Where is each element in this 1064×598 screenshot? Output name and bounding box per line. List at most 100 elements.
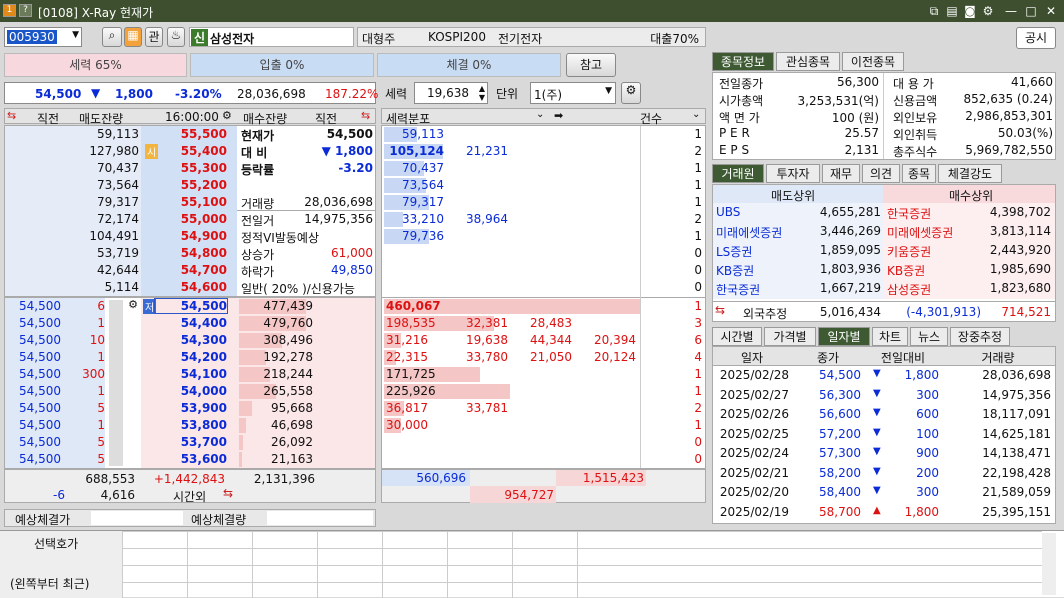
tab-broker_tabs-4[interactable]: 종목 — [902, 164, 936, 183]
daily-volume: 14,138,471 — [982, 446, 1051, 460]
ask-qty: 42,644 — [97, 263, 139, 277]
tab-broker_tabs-0[interactable]: 거래원 — [712, 164, 764, 183]
daily-volume: 18,117,091 — [982, 407, 1051, 421]
vertical-scrollbar[interactable] — [1042, 533, 1056, 595]
disclosure-button[interactable]: 공시 — [1016, 27, 1056, 49]
broker-sell-name[interactable]: LS증권 — [716, 243, 752, 260]
maximize-button[interactable]: □ — [1023, 3, 1039, 19]
save-icon[interactable]: ▤ — [944, 3, 960, 19]
broker-sell-name[interactable]: 미래에셋증권 — [716, 224, 782, 241]
stock-code-input[interactable]: 005930 ▼ — [4, 27, 82, 47]
ask-price[interactable]: 54,700 — [155, 263, 227, 277]
broker-sell-name[interactable]: UBS — [716, 205, 740, 219]
chevron-down-icon[interactable]: ⌄ — [536, 109, 544, 120]
dist-count: 1 — [694, 384, 702, 398]
kwan-button[interactable]: 관 — [145, 27, 163, 47]
search-icon[interactable]: ⌕ — [102, 27, 122, 47]
bid-qty: 46,698 — [271, 418, 313, 432]
window-number-icon[interactable]: 1 — [3, 4, 16, 17]
dist-value: 36,817 — [386, 401, 428, 415]
reference-button[interactable]: 참고 — [566, 53, 616, 77]
settings-icon[interactable]: ⚙ — [980, 3, 996, 19]
link-icon[interactable]: ⧉ — [926, 3, 942, 19]
tab-daily_tabs-3[interactable]: 차트 — [872, 327, 908, 346]
minimize-button[interactable]: — — [1003, 3, 1019, 19]
down-arrow-icon: ▼ — [91, 86, 101, 100]
bid-prev: 54,500 — [19, 384, 61, 398]
chevron-down-icon[interactable]: ⌄ — [692, 109, 700, 120]
bid-price[interactable]: 54,100 — [155, 367, 227, 381]
daily-change: 900 — [916, 446, 939, 460]
power-percent: 세력 65% — [4, 53, 187, 77]
broker-sell-name[interactable]: 한국증권 — [716, 281, 760, 298]
gear-icon[interactable]: ⚙ — [125, 298, 141, 314]
broker-buy-name[interactable]: 한국증권 — [887, 205, 931, 222]
stock-info-value: 41,660 — [1011, 75, 1053, 89]
broker-buy-name[interactable]: 삼성증권 — [887, 281, 931, 298]
tab-daily_tabs-0[interactable]: 시간별 — [712, 327, 762, 346]
stock-info-label: 총주식수 — [893, 145, 938, 159]
unit-select[interactable]: 1(주) ▼ — [530, 82, 616, 104]
dist-value: 171,725 — [386, 367, 436, 381]
dist-count: 3 — [694, 316, 702, 330]
stock-name: 삼성전자 — [210, 32, 255, 46]
ask-price[interactable]: 54,900 — [155, 229, 227, 243]
camera-icon[interactable]: ◙ — [962, 3, 978, 19]
stock-tab-bar: 종목정보 관심종목 이전종목 — [712, 52, 1060, 72]
ask-price[interactable]: 55,500 — [155, 127, 227, 141]
tab-broker_tabs-5[interactable]: 체결강도 — [938, 164, 1002, 183]
stock-info-value: 2,986,853,301 — [965, 109, 1053, 123]
info-label: 현재가 — [241, 129, 275, 143]
tab-daily_tabs-2[interactable]: 일자별 — [818, 327, 870, 346]
ask-price[interactable]: 55,300 — [155, 161, 227, 175]
arrow-right-icon[interactable]: ➡ — [554, 109, 563, 122]
swap-icon[interactable]: ⇆ — [715, 303, 725, 317]
bid-price[interactable]: 53,700 — [155, 435, 227, 449]
tab-stock_tabs-0[interactable]: 종목정보 — [712, 52, 774, 71]
bid-price[interactable]: 53,600 — [155, 452, 227, 466]
tab-stock_tabs-1[interactable]: 관심종목 — [776, 52, 840, 71]
bid-price[interactable]: 53,800 — [155, 418, 227, 432]
help-icon[interactable]: ? — [19, 4, 32, 17]
swap-icon[interactable]: ⇆ — [223, 486, 233, 500]
tab-daily_tabs-4[interactable]: 뉴스 — [910, 327, 948, 346]
power-filter-input[interactable]: 19,638 ▲ ▼ — [414, 82, 488, 104]
bell-icon[interactable]: ♨ — [167, 27, 185, 47]
ask-price[interactable]: 55,000 — [155, 212, 227, 226]
tab-stock_tabs-2[interactable]: 이전종목 — [842, 52, 904, 71]
ask-price[interactable]: 54,800 — [155, 246, 227, 260]
ask-price[interactable]: 55,400 — [155, 144, 227, 158]
tab-broker_tabs-1[interactable]: 투자자 — [766, 164, 820, 183]
bid-price[interactable]: 54,200 — [155, 350, 227, 364]
distribution-totals: 560,696 1,515,423 954,727 — [381, 469, 706, 503]
info-value: 14,975,356 — [304, 212, 373, 226]
broker-buy-name[interactable]: 미래에셋증권 — [887, 224, 953, 241]
bid-count: 1 — [97, 384, 105, 398]
dist-count: 0 — [694, 435, 702, 449]
stock-info-label: 외인보유 — [893, 111, 938, 125]
tab-broker_tabs-3[interactable]: 의견 — [862, 164, 900, 183]
bid-price[interactable]: 54,300 — [155, 333, 227, 347]
broker-sell-name[interactable]: KB증권 — [716, 262, 754, 279]
broker-buy-name[interactable]: KB증권 — [887, 262, 925, 279]
daily-date: 2025/02/21 — [719, 465, 789, 480]
tab-broker_tabs-2[interactable]: 재무 — [822, 164, 860, 183]
ask-price[interactable]: 54,600 — [155, 280, 227, 294]
tab-daily_tabs-1[interactable]: 가격별 — [764, 327, 816, 346]
bid-price[interactable]: 54,000 — [155, 384, 227, 398]
orderbook-header: ⇆ 직전 매도잔량 16:00:00 ⚙ 매수잔량 직전 ⇆ — [4, 108, 376, 126]
gear-icon[interactable]: ⚙ — [621, 82, 641, 104]
vertical-scrollbar[interactable] — [109, 300, 123, 466]
bid-price[interactable]: 53,900 — [155, 401, 227, 415]
ask-price[interactable]: 55,200 — [155, 178, 227, 192]
calendar-icon[interactable]: ▦ — [124, 27, 142, 47]
stock-info-label: P E R — [719, 126, 750, 140]
bid-price[interactable]: 54,500 — [154, 298, 228, 314]
broker-buy-name[interactable]: 키움증권 — [887, 243, 931, 260]
close-button[interactable]: ✕ — [1043, 3, 1059, 19]
daily-date: 2025/02/19 — [719, 504, 789, 519]
ask-price[interactable]: 55,100 — [155, 195, 227, 209]
tab-daily_tabs-5[interactable]: 장중추정 — [950, 327, 1010, 346]
info-value: 28,036,698 — [304, 195, 373, 209]
bid-price[interactable]: 54,400 — [155, 316, 227, 330]
